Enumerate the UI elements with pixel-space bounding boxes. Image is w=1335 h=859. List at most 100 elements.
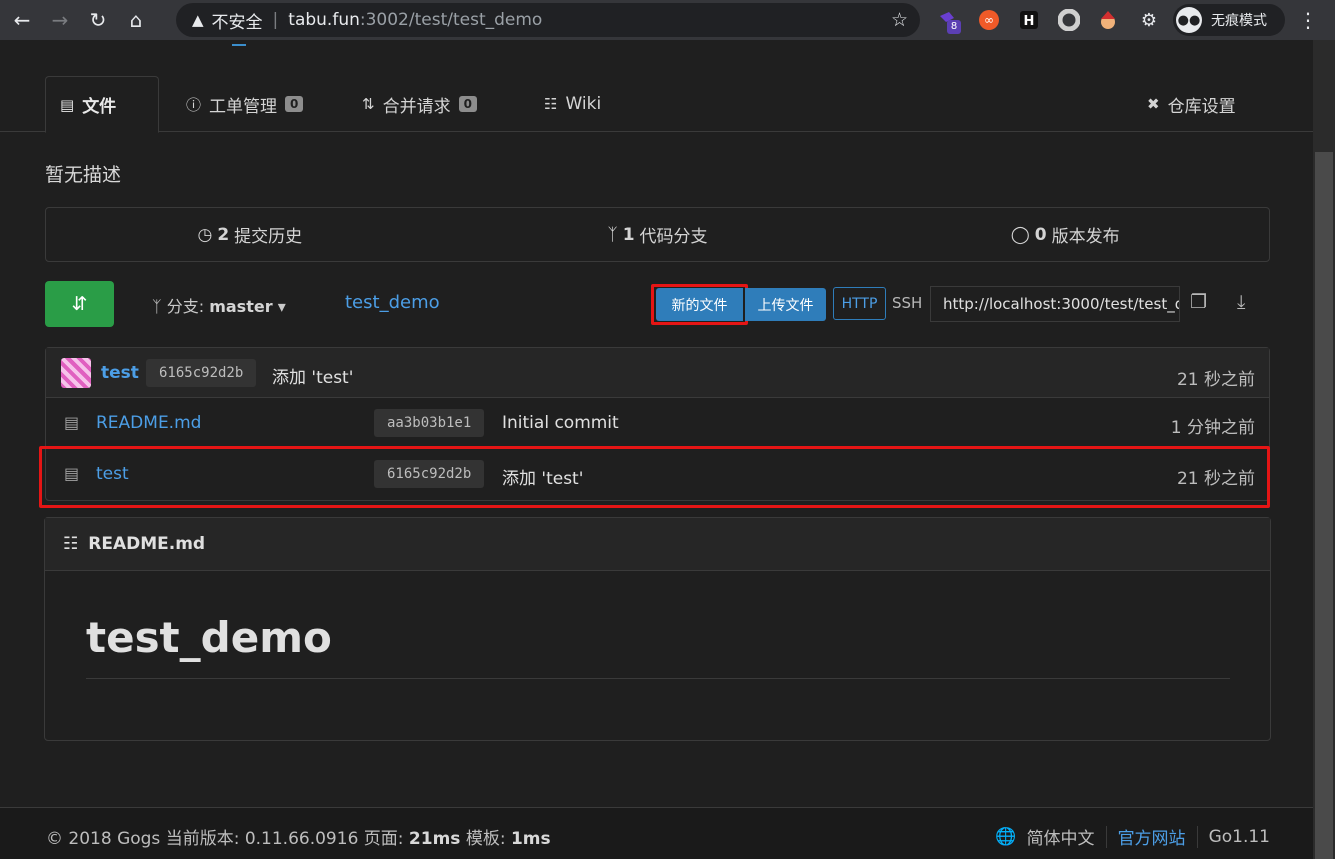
readme-divider <box>86 678 1230 679</box>
svg-text:∞: ∞ <box>984 13 994 27</box>
stat-commits[interactable]: ◷ 2 提交历史 <box>46 208 454 261</box>
tag-icon: ◯ <box>1010 224 1030 245</box>
footer-copyright: © 2018 Gogs 当前版本: 0.11.66.0916 页面: <box>46 829 404 849</box>
reload-icon[interactable]: ↻ <box>82 4 114 36</box>
svg-text:H: H <box>1024 14 1035 29</box>
footer-template-time: 1ms <box>510 829 551 849</box>
book-icon: ☷ <box>63 534 79 554</box>
highlight-new-file <box>651 284 748 325</box>
globe-icon: 🌐 <box>995 826 1017 847</box>
footer-divider <box>1196 825 1198 848</box>
tab-files[interactable]: ▤ 文件 <box>45 76 159 133</box>
file-name-link[interactable]: README.md <box>96 413 201 433</box>
insecure-label: 不安全 <box>211 12 263 33</box>
file-commit-message[interactable]: Initial commit <box>502 413 619 433</box>
tab-files-label: 文件 <box>82 97 117 117</box>
tools-icon: ✖ <box>1147 95 1160 113</box>
forward-icon[interactable]: → <box>44 4 76 36</box>
url-host: tabu.fun <box>288 10 360 30</box>
stat-releases-label: 版本发布 <box>1051 227 1120 247</box>
tab-issues[interactable]: ⓘ 工单管理 0 <box>172 76 317 132</box>
tab-pull-requests[interactable]: ⇅ 合并请求 0 <box>348 76 491 132</box>
language-dropdown[interactable]: 简体中文 <box>1027 824 1095 849</box>
copy-icon[interactable]: ❐ <box>1190 291 1207 313</box>
table-row: ▤ README.md aa3b03b1e1 Initial commit 1 … <box>46 398 1269 448</box>
stat-branches-label: 代码分支 <box>639 227 708 247</box>
repo-description: 暂无描述 <box>45 164 122 186</box>
file-icon: ▤ <box>64 413 80 432</box>
readme-header: ☷ README.md <box>45 518 1270 571</box>
address-separator: | <box>272 10 279 30</box>
stat-releases[interactable]: ◯ 0 版本发布 <box>861 208 1269 261</box>
extension-circle-icon[interactable] <box>1057 8 1081 32</box>
browser-menu-icon[interactable]: ⋮ <box>1298 8 1318 32</box>
stat-branches[interactable]: ᛉ 1 代码分支 <box>454 208 862 261</box>
page: ▤ 文件 ⓘ 工单管理 0 ⇅ 合并请求 0 ☷ Wiki ✖ 仓库设置 暂无描… <box>0 40 1313 859</box>
extension-infinity-icon[interactable]: ∞ <box>977 8 1001 32</box>
bookmark-star-icon[interactable]: ☆ <box>891 9 908 31</box>
ssh-clone-button[interactable]: SSH <box>892 294 922 312</box>
scrollbar-thumb[interactable] <box>1315 152 1333 859</box>
stat-releases-count: 0 <box>1034 224 1047 245</box>
header-stub <box>232 44 246 46</box>
upload-file-button[interactable]: 上传文件 <box>745 288 826 321</box>
readme-panel: ☷ README.md test_demo <box>44 517 1271 741</box>
issue-icon: ⓘ <box>186 95 202 114</box>
incognito-icon: ●● <box>1176 7 1202 33</box>
pull-requests-count-badge: 0 <box>458 96 477 112</box>
latest-commit-row: test 6165c92d2b 添加 'test' 21 秒之前 <box>46 348 1269 398</box>
repo-name-link[interactable]: test_demo <box>345 292 440 313</box>
tab-issues-label: 工单管理 <box>209 96 278 117</box>
commit-age: 21 秒之前 <box>1176 370 1255 390</box>
footer-page-time: 21ms <box>408 829 461 849</box>
caret-down-icon: ▾ <box>277 297 286 316</box>
file-commit-age: 1 分钟之前 <box>1170 418 1255 438</box>
sync-icon: ⇵ <box>71 293 88 315</box>
repo-stats-bar: ◷ 2 提交历史 ᛉ 1 代码分支 ◯ 0 版本发布 <box>45 207 1270 262</box>
footer-links: 🌐 简体中文 官方网站 Go1.11 <box>995 824 1270 849</box>
incognito-indicator[interactable]: ●● 无痕模式 <box>1173 4 1285 36</box>
pull-request-icon: ⇅ <box>362 95 375 113</box>
http-clone-button[interactable]: HTTP <box>833 287 886 320</box>
commit-sha[interactable]: 6165c92d2b <box>146 359 257 387</box>
commit-message[interactable]: 添加 'test' <box>272 363 353 388</box>
branch-icon: ᛉ <box>152 297 162 316</box>
browser-toolbar: ← → ↻ ⌂ ▲ 不安全 | tabu.fun:3002/test/test_… <box>0 0 1335 40</box>
tab-settings-label: 仓库设置 <box>1167 96 1236 117</box>
history-icon: ◷ <box>197 224 213 245</box>
branch-icon: ᛉ <box>607 224 618 245</box>
extension-badge: 8 <box>947 20 961 34</box>
tab-settings[interactable]: ✖ 仓库设置 <box>1133 76 1250 132</box>
avatar[interactable] <box>61 358 91 388</box>
download-icon[interactable]: ⤓ <box>1237 291 1245 313</box>
highlight-test-row <box>39 446 1270 508</box>
readme-title: README.md <box>88 534 206 554</box>
tab-wiki-label: Wiki <box>565 94 602 114</box>
stat-commits-count: 2 <box>217 224 230 245</box>
file-text-icon: ▤ <box>60 95 75 114</box>
official-site-link[interactable]: 官方网站 <box>1118 824 1186 849</box>
home-icon[interactable]: ⌂ <box>120 4 152 36</box>
branch-dropdown[interactable]: ᛉ 分支: master ▾ <box>152 293 286 317</box>
extensions-puzzle-icon[interactable]: ⚙ <box>1137 8 1161 32</box>
footer-divider <box>1105 825 1107 848</box>
extension-h-icon[interactable]: H <box>1017 8 1041 32</box>
repo-toolbar: ⇵ ᛉ 分支: master ▾ test_demo 新的文件 上传文件 HTT… <box>0 281 1313 327</box>
address-bar[interactable]: ▲ 不安全 | tabu.fun:3002/test/test_demo ☆ <box>176 3 920 37</box>
go-version: Go1.11 <box>1208 826 1270 847</box>
clone-url-input[interactable]: http://localhost:3000/test/test_demo.git <box>930 286 1180 322</box>
compare-button[interactable]: ⇵ <box>45 281 114 327</box>
stat-commits-label: 提交历史 <box>234 227 303 247</box>
stat-branches-count: 1 <box>622 224 635 245</box>
incognito-label: 无痕模式 <box>1211 13 1267 29</box>
tab-pull-requests-label: 合并请求 <box>382 96 451 117</box>
back-icon[interactable]: ← <box>6 4 38 36</box>
extension-santa-icon[interactable] <box>1096 8 1120 32</box>
file-commit-sha[interactable]: aa3b03b1e1 <box>374 409 485 437</box>
commit-author[interactable]: test <box>101 363 139 383</box>
tab-wiki[interactable]: ☷ Wiki <box>530 76 615 132</box>
extension-purple-icon[interactable]: 8 <box>935 8 961 34</box>
footer-version-info: © 2018 Gogs 当前版本: 0.11.66.0916 页面: 21ms … <box>46 824 551 849</box>
url-path: :3002/test/test_demo <box>359 10 543 30</box>
warning-icon: ▲ <box>192 11 204 29</box>
